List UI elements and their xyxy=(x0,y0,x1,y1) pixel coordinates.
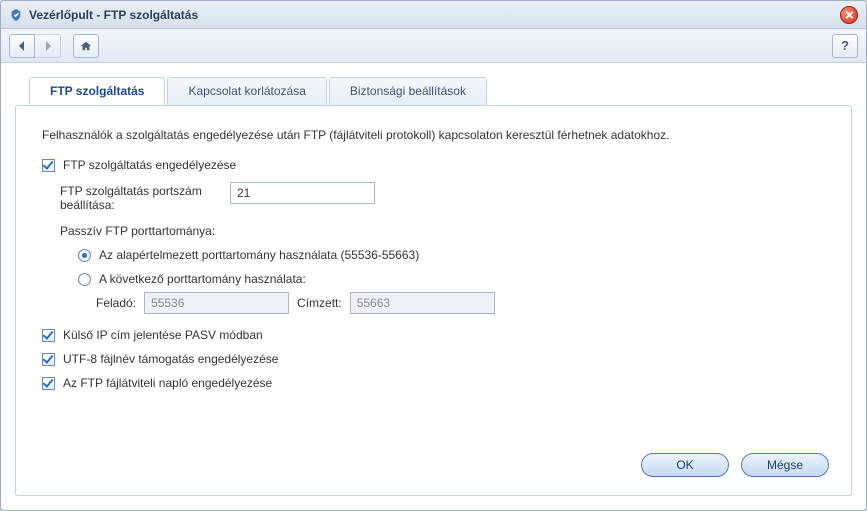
radio-custom[interactable] xyxy=(78,273,91,286)
from-label: Feladó: xyxy=(96,296,136,310)
ext-ip-checkbox[interactable] xyxy=(42,329,55,342)
help-button[interactable]: ? xyxy=(832,34,858,58)
utf8-checkbox[interactable] xyxy=(42,353,55,366)
passive-label-row: Passzív FTP porttartománya: xyxy=(60,224,825,238)
window: Vezérlőpult - FTP szolgáltatás ? FTP szo… xyxy=(0,0,867,511)
log-checkbox[interactable] xyxy=(42,377,55,390)
range-row: Feladó: Címzett: xyxy=(96,292,825,314)
home-button[interactable] xyxy=(73,34,99,58)
radio-custom-label: A következő porttartomány használata: xyxy=(99,272,306,286)
close-button[interactable] xyxy=(840,6,858,24)
tab-ftp-service[interactable]: FTP szolgáltatás xyxy=(29,77,165,105)
description: Felhasználók a szolgáltatás engedélyezés… xyxy=(42,128,825,142)
content: FTP szolgáltatás Kapcsolat korlátozása B… xyxy=(1,63,866,510)
window-title: Vezérlőpult - FTP szolgáltatás xyxy=(29,8,840,22)
cancel-button[interactable]: Mégse xyxy=(741,453,829,477)
utf8-row: UTF-8 fájlnév támogatás engedélyezése xyxy=(42,352,825,366)
from-input[interactable] xyxy=(144,292,289,314)
tab-connection-limit[interactable]: Kapcsolat korlátozása xyxy=(167,77,326,105)
enable-ftp-row: FTP szolgáltatás engedélyezése xyxy=(42,158,825,172)
forward-button[interactable] xyxy=(35,34,61,58)
nav-group xyxy=(9,34,61,58)
to-input[interactable] xyxy=(350,292,495,314)
passive-label: Passzív FTP porttartománya: xyxy=(60,224,215,238)
port-row: FTP szolgáltatás portszám beállítása: xyxy=(60,182,825,212)
enable-ftp-label: FTP szolgáltatás engedélyezése xyxy=(63,158,236,172)
log-label: Az FTP fájlátviteli napló engedélyezése xyxy=(63,376,272,390)
radio-default-row: Az alapértelmezett porttartomány használ… xyxy=(78,248,825,262)
button-bar: OK Mégse xyxy=(16,453,851,495)
tabs: FTP szolgáltatás Kapcsolat korlátozása B… xyxy=(29,76,852,104)
log-row: Az FTP fájlátviteli napló engedélyezése xyxy=(42,376,825,390)
radio-default-label: Az alapértelmezett porttartomány használ… xyxy=(99,248,419,262)
enable-ftp-checkbox[interactable] xyxy=(42,159,55,172)
app-icon xyxy=(9,8,23,22)
back-button[interactable] xyxy=(9,34,35,58)
port-input[interactable] xyxy=(230,182,375,204)
titlebar: Vezérlőpult - FTP szolgáltatás xyxy=(1,1,866,29)
to-label: Címzett: xyxy=(297,296,342,310)
panel: Felhasználók a szolgáltatás engedélyezés… xyxy=(15,105,852,496)
ok-button[interactable]: OK xyxy=(641,453,729,477)
ext-ip-row: Külső IP cím jelentése PASV módban xyxy=(42,328,825,342)
utf8-label: UTF-8 fájlnév támogatás engedélyezése xyxy=(63,352,278,366)
ext-ip-label: Külső IP cím jelentése PASV módban xyxy=(63,328,263,342)
tab-body: Felhasználók a szolgáltatás engedélyezés… xyxy=(16,106,851,453)
tab-security-settings[interactable]: Biztonsági beállítások xyxy=(329,77,487,105)
radio-custom-row: A következő porttartomány használata: xyxy=(78,272,825,286)
toolbar: ? xyxy=(1,29,866,63)
radio-default[interactable] xyxy=(78,249,91,262)
port-label: FTP szolgáltatás portszám beállítása: xyxy=(60,182,230,212)
